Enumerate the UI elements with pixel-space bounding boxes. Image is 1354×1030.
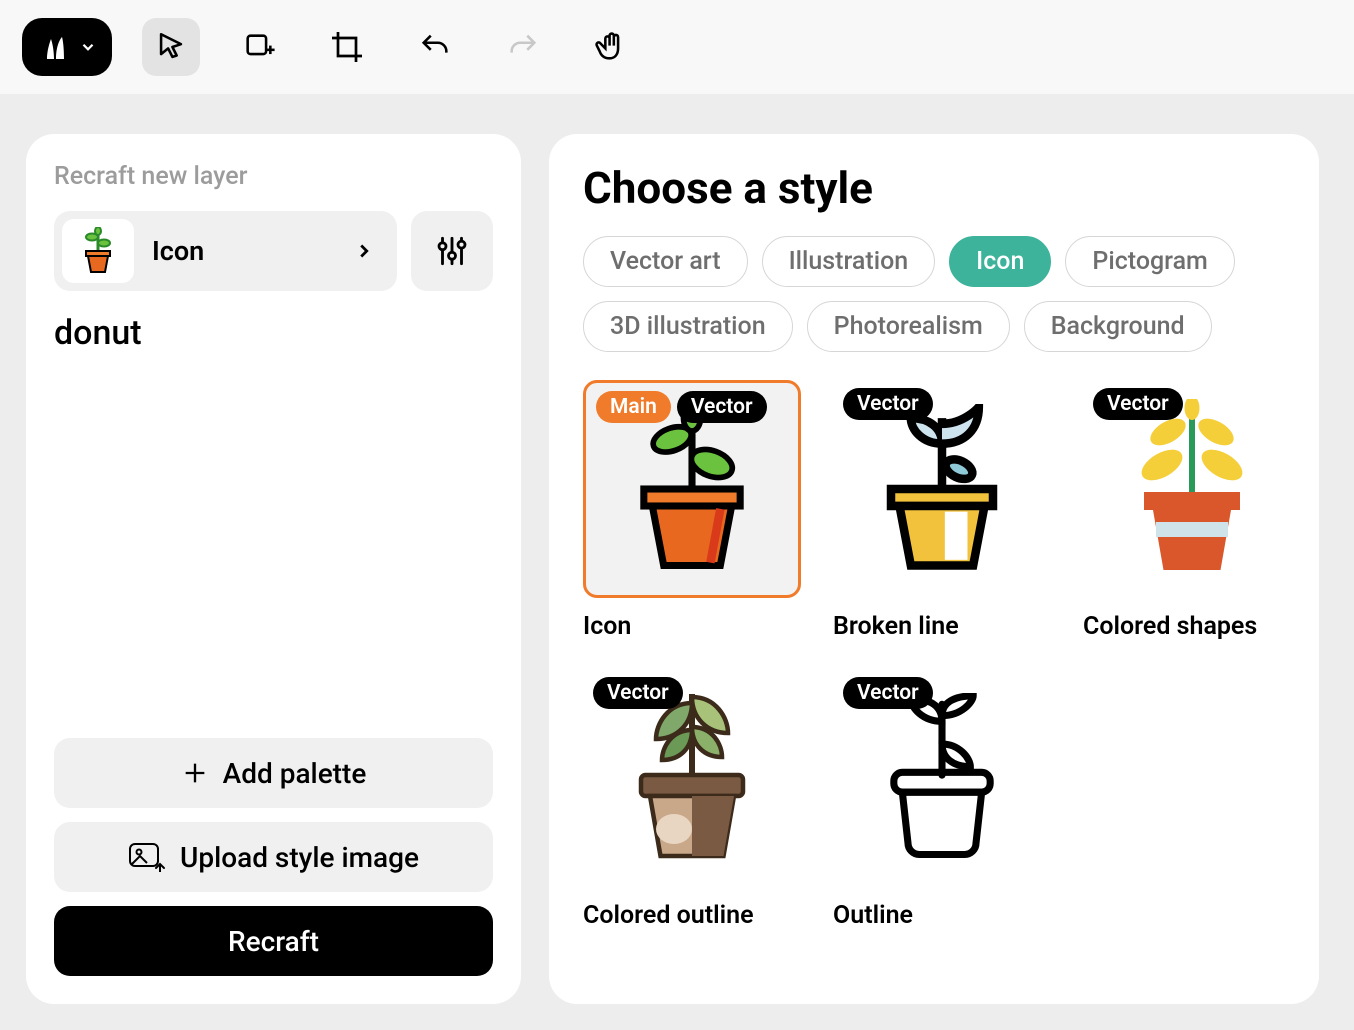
undo-button[interactable] bbox=[406, 18, 464, 76]
category-pictogram[interactable]: Pictogram bbox=[1065, 236, 1234, 287]
recraft-button[interactable]: Recraft bbox=[54, 906, 493, 976]
add-palette-button[interactable]: Add palette bbox=[54, 738, 493, 808]
style-selector-icon bbox=[62, 219, 134, 283]
logo-menu-button[interactable] bbox=[22, 18, 112, 76]
style-card-broken-line[interactable]: Vector Broken line bbox=[833, 380, 1051, 641]
upload-style-label: Upload style image bbox=[180, 841, 419, 874]
style-panel-title: Choose a style bbox=[583, 162, 1285, 214]
plant-icon bbox=[612, 688, 772, 868]
category-row-1: Vector art Illustration Icon Pictogram bbox=[583, 236, 1285, 287]
upload-image-icon bbox=[128, 842, 166, 872]
style-card-icon[interactable]: Main Vector Icon bbox=[583, 380, 801, 641]
style-card-caption: Colored shapes bbox=[1083, 612, 1301, 641]
crop-tool[interactable] bbox=[318, 18, 376, 76]
top-toolbar bbox=[0, 0, 1354, 94]
style-panel: Choose a style Vector art Illustration I… bbox=[549, 134, 1319, 1004]
plus-icon bbox=[181, 759, 209, 787]
category-row-2: 3D illustration Photorealism Background bbox=[583, 301, 1285, 352]
sliders-icon bbox=[433, 232, 471, 270]
style-card-caption: Colored outline bbox=[583, 901, 801, 930]
category-photorealism[interactable]: Photorealism bbox=[807, 301, 1010, 352]
category-icon[interactable]: Icon bbox=[949, 236, 1051, 287]
plant-icon bbox=[867, 404, 1017, 574]
category-vector-art[interactable]: Vector art bbox=[583, 236, 748, 287]
badge-vector: Vector bbox=[843, 677, 933, 709]
style-card-colored-outline[interactable]: Vector Colored outline bbox=[583, 669, 801, 930]
style-card-caption: Icon bbox=[583, 612, 801, 641]
style-selector[interactable]: Icon bbox=[54, 211, 397, 291]
category-background[interactable]: Background bbox=[1024, 301, 1212, 352]
badge-vector: Vector bbox=[843, 388, 933, 420]
chevron-down-icon bbox=[79, 38, 97, 56]
prompt-input[interactable]: donut bbox=[54, 313, 493, 738]
cursor-tool[interactable] bbox=[142, 18, 200, 76]
plant-icon bbox=[1107, 399, 1277, 579]
adjust-button[interactable] bbox=[411, 211, 493, 291]
plant-icon bbox=[617, 404, 767, 574]
style-card-colored-shapes[interactable]: Vector Colored shapes bbox=[1083, 380, 1301, 641]
prompt-panel: Recraft new layer Icon donut Add palette bbox=[26, 134, 521, 1004]
recraft-button-label: Recraft bbox=[228, 925, 319, 958]
add-palette-label: Add palette bbox=[223, 757, 367, 790]
badge-vector: Vector bbox=[677, 391, 767, 423]
category-illustration[interactable]: Illustration bbox=[762, 236, 936, 287]
redo-button[interactable] bbox=[494, 18, 552, 76]
category-3d-illustration[interactable]: 3D illustration bbox=[583, 301, 793, 352]
badge-vector: Vector bbox=[593, 677, 683, 709]
style-card-caption: Broken line bbox=[833, 612, 1051, 641]
badge-vector: Vector bbox=[1093, 388, 1183, 420]
panel-title: Recraft new layer bbox=[54, 162, 493, 191]
shape-tool[interactable] bbox=[230, 18, 288, 76]
style-card-caption: Outline bbox=[833, 901, 1051, 930]
upload-style-button[interactable]: Upload style image bbox=[54, 822, 493, 892]
chevron-right-icon bbox=[353, 240, 375, 262]
style-selector-label: Icon bbox=[152, 235, 353, 267]
badge-main: Main bbox=[596, 391, 671, 423]
plant-icon bbox=[867, 693, 1017, 863]
style-card-outline[interactable]: Vector Outline bbox=[833, 669, 1051, 930]
hand-tool[interactable] bbox=[582, 18, 640, 76]
logo-icon bbox=[37, 29, 73, 65]
